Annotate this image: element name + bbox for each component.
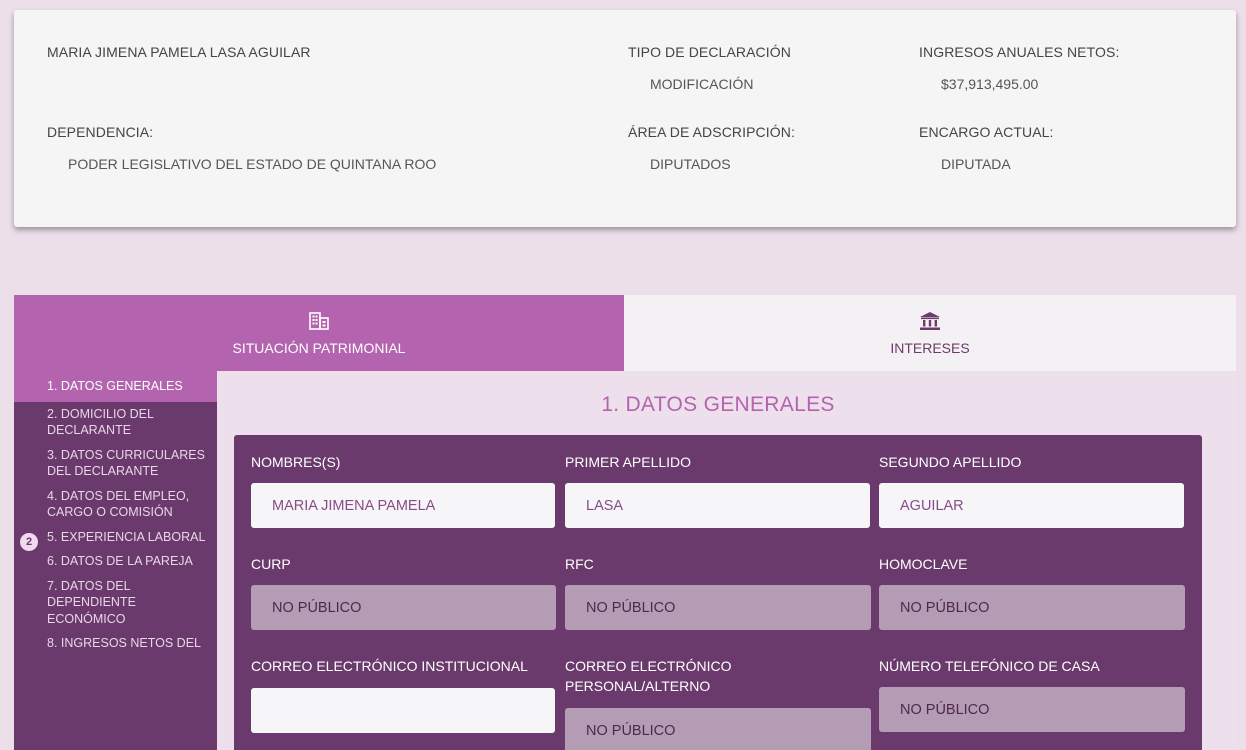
building-icon — [309, 310, 329, 332]
sidebar-item-label: 2. DOMICILIO DEL DECLARANTE — [47, 406, 154, 438]
sidebar-nav: 1. DATOS GENERALES 2. DOMICILIO DEL DECL… — [14, 371, 217, 750]
tab-intereses[interactable]: INTERESES — [624, 295, 1236, 371]
sidebar-item-datos-pareja[interactable]: 6. DATOS DE LA PAREJA — [14, 549, 217, 574]
area-adscripcion-label: ÁREA DE ADSCRIPCIÓN: — [628, 124, 795, 140]
sidebar-item-label: 8. INGRESOS NETOS DEL — [47, 636, 201, 650]
sidebar-item-datos-generales[interactable]: 1. DATOS GENERALES — [14, 371, 217, 402]
tipo-declaracion-value: MODIFICACIÓN — [650, 76, 754, 92]
nombres-input[interactable]: MARIA JIMENA PAMELA — [251, 483, 555, 528]
sidebar-item-datos-empleo[interactable]: 4. DATOS DEL EMPLEO, CARGO O COMISIÓN — [14, 484, 217, 525]
rfc-input[interactable]: NO PÚBLICO — [565, 585, 871, 630]
sidebar-item-datos-curriculares[interactable]: 3. DATOS CURRICULARES DEL DECLARANTE — [14, 443, 217, 484]
main-content: 1. DATOS GENERALES NOMBRES(S) MARIA JIME… — [217, 371, 1236, 750]
sidebar-item-label: 7. DATOS DEL DEPENDIENTE ECONÓMICO — [47, 578, 136, 626]
tipo-declaracion-label: TIPO DE DECLARACIÓN — [628, 44, 791, 60]
sidebar-item-label: 3. DATOS CURRICULARES DEL DECLARANTE — [47, 447, 205, 479]
sidebar-item-domicilio[interactable]: 2. DOMICILIO DEL DECLARANTE — [14, 402, 217, 443]
encargo-label: ENCARGO ACTUAL: — [919, 124, 1054, 140]
area-adscripcion-value: DIPUTADOS — [650, 156, 731, 172]
sidebar-item-label: 6. DATOS DE LA PAREJA — [47, 554, 193, 568]
primer-apellido-input[interactable]: LASA — [565, 483, 870, 528]
sidebar-item-label: 1. DATOS GENERALES — [47, 379, 183, 393]
encargo-value: DIPUTADA — [941, 156, 1011, 172]
telefono-casa-label: NÚMERO TELEFÓNICO DE CASA — [879, 658, 1100, 674]
dependencia-value: PODER LEGISLATIVO DEL ESTADO DE QUINTANA… — [68, 156, 437, 172]
sidebar-item-label: 5. EXPERIENCIA LABORAL — [47, 529, 206, 544]
curp-label: CURP — [251, 556, 291, 572]
correo-institucional-input[interactable] — [251, 688, 555, 733]
sidebar-item-label: 4. DATOS DEL EMPLEO, CARGO O COMISIÓN — [47, 488, 190, 520]
tab-intereses-label: INTERESES — [890, 340, 970, 356]
correo-institucional-label: CORREO ELECTRÓNICO INSTITUCIONAL — [251, 658, 528, 674]
ingresos-label: INGRESOS ANUALES NETOS: — [919, 44, 1120, 60]
telefono-casa-input[interactable]: NO PÚBLICO — [879, 687, 1185, 732]
segundo-apellido-input[interactable]: AGUILAR — [879, 483, 1184, 528]
dependencia-label: DEPENDENCIA: — [47, 124, 154, 140]
sidebar-item-ingresos-netos[interactable]: 8. INGRESOS NETOS DEL — [14, 631, 217, 656]
primer-apellido-label: PRIMER APELLIDO — [565, 454, 692, 470]
rfc-label: RFC — [565, 556, 594, 572]
tab-situacion-patrimonial-label: SITUACIÓN PATRIMONIAL — [232, 340, 406, 356]
curp-input[interactable]: NO PÚBLICO — [251, 585, 556, 630]
institution-icon — [919, 310, 941, 332]
sidebar-item-dependiente-economico[interactable]: 7. DATOS DEL DEPENDIENTE ECONÓMICO — [14, 574, 217, 632]
declarant-name: MARIA JIMENA PAMELA LASA AGUILAR — [47, 44, 311, 60]
section-title: 1. DATOS GENERALES — [601, 393, 835, 416]
datos-generales-form: NOMBRES(S) MARIA JIMENA PAMELA PRIMER AP… — [234, 435, 1202, 750]
correo-personal-input[interactable]: NO PÚBLICO — [565, 708, 871, 750]
section-tabs: SITUACIÓN PATRIMONIAL INTERESES — [14, 295, 1236, 371]
ingresos-value: $37,913,495.00 — [941, 76, 1039, 92]
nombres-label: NOMBRES(S) — [251, 454, 341, 470]
segundo-apellido-label: SEGUNDO APELLIDO — [879, 454, 1022, 470]
homoclave-label: HOMOCLAVE — [879, 556, 968, 572]
homoclave-input[interactable]: NO PÚBLICO — [879, 585, 1185, 630]
tab-situacion-patrimonial[interactable]: SITUACIÓN PATRIMONIAL — [14, 295, 624, 371]
declarant-summary-card: MARIA JIMENA PAMELA LASA AGUILAR TIPO DE… — [14, 10, 1236, 227]
sidebar-item-experiencia-laboral[interactable]: 2 5. EXPERIENCIA LABORAL — [14, 525, 217, 551]
count-badge: 2 — [20, 532, 38, 551]
correo-personal-label: CORREO ELECTRÓNICO PERSONAL/ALTERNO — [565, 658, 732, 694]
